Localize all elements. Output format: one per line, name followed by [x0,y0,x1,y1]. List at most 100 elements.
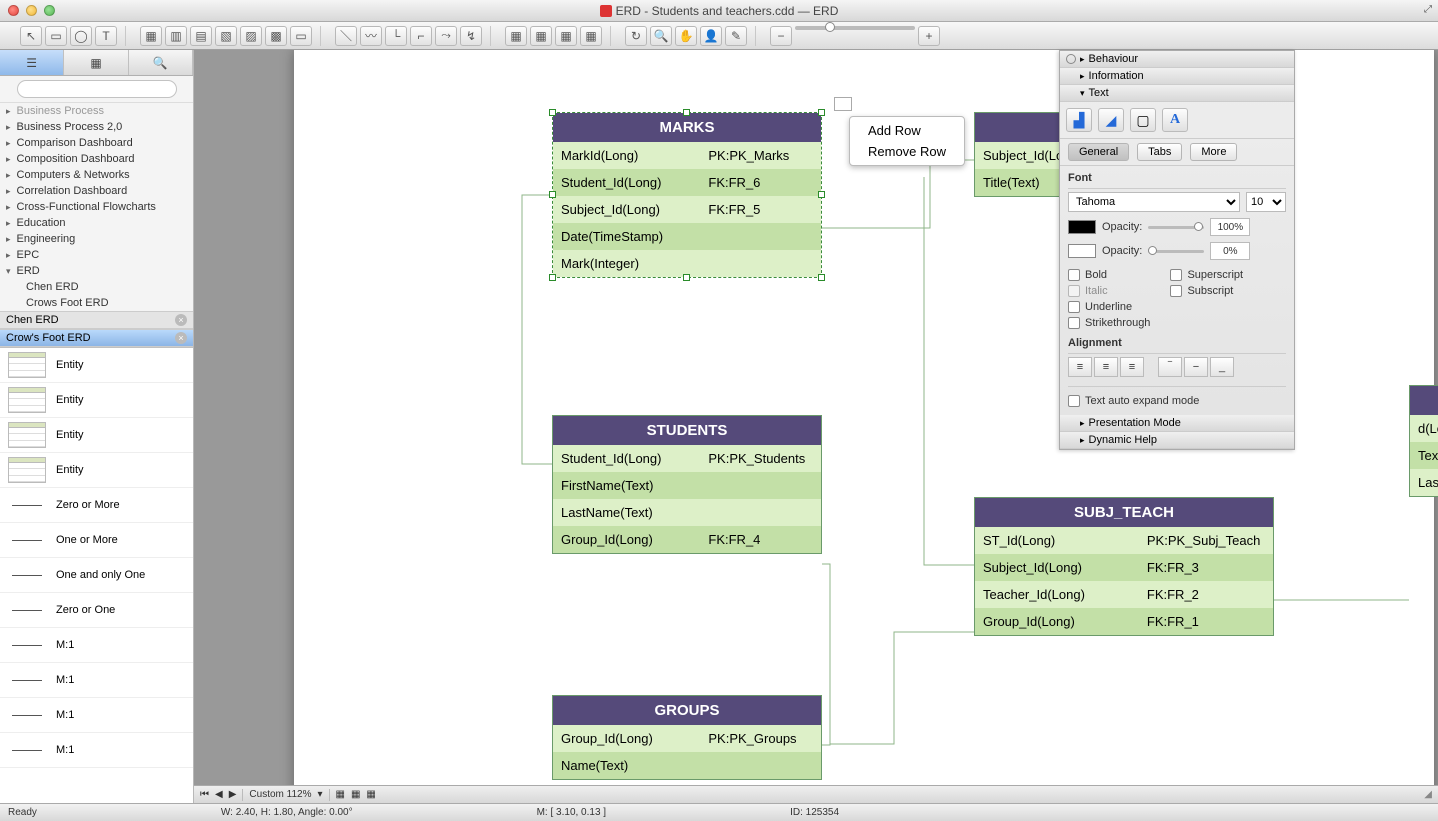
text-color-swatch[interactable] [1068,220,1096,234]
nav-prev-icon[interactable]: ◀ [215,789,223,800]
nav-first-icon[interactable]: ⏮ [200,789,209,800]
section-behaviour[interactable]: ▸Behaviour [1060,51,1294,68]
tab-general[interactable]: General [1068,143,1129,161]
nav-next-icon[interactable]: ▶ [229,789,237,800]
line-tool-6[interactable]: ↯ [460,26,482,46]
expand-checkbox[interactable] [1068,395,1080,407]
underline-checkbox[interactable] [1068,301,1080,313]
tab-more[interactable]: More [1190,143,1237,161]
entity-row[interactable]: Group_Id(Long)PK:PK_Groups [553,725,821,752]
align-left[interactable]: ≡ [1068,357,1092,377]
tree-item[interactable]: ▸Engineering [0,231,193,247]
grid-tool-1[interactable]: ▦ [505,26,527,46]
tree-item[interactable]: ▸EPC [0,247,193,263]
entity-marks[interactable]: MARKS MarkId(Long)PK:PK_MarksStudent_Id(… [552,112,822,278]
entity-row[interactable]: Text) [1410,442,1438,469]
pen-tool[interactable]: ✎ [725,26,747,46]
line-tool-4[interactable]: ⌐ [410,26,432,46]
entity-row[interactable]: Group_Id(Long)FK:FR_1 [975,608,1273,635]
stencil-item[interactable]: Entity [0,418,193,453]
stencil-item[interactable]: Zero or One [0,593,193,628]
section-presentation[interactable]: ▸Presentation Mode [1060,415,1294,432]
zoom-chev-icon[interactable]: ▾ [317,789,322,800]
font-size-select[interactable]: 10 [1246,192,1286,212]
bg-color-swatch[interactable] [1068,244,1096,258]
stencil-item[interactable]: Entity [0,348,193,383]
grid-tool-3[interactable]: ▦ [555,26,577,46]
valign-mid[interactable]: − [1184,357,1208,377]
tree-item[interactable]: ▸Cross-Functional Flowcharts [0,199,193,215]
stencil-item[interactable]: Entity [0,453,193,488]
opacity-value-2[interactable]: 0% [1210,242,1250,260]
tree-item-chen-erd[interactable]: Chen ERD [0,279,193,295]
entity-teachers[interactable]: TEACHERS d(Long)PK:PK_TeText)LastName(Te… [1409,385,1438,497]
tab-tabs[interactable]: Tabs [1137,143,1182,161]
tree-item[interactable]: ▸Business Process 2,0 [0,119,193,135]
valign-top[interactable]: ‾ [1158,357,1182,377]
user-tool[interactable]: 👤 [700,26,722,46]
valign-bottom[interactable]: _ [1210,357,1234,377]
line-tool-3[interactable]: └ [385,26,407,46]
font-select[interactable]: Tahoma [1068,192,1240,212]
grid-tool-4[interactable]: ▦ [580,26,602,46]
ruler-icon[interactable]: ▦ [366,789,375,800]
opacity-slider[interactable] [1148,226,1204,229]
close-icon[interactable]: × [175,332,187,344]
entity-row[interactable]: Name(Text) [553,752,821,779]
stencil-item[interactable]: One or More [0,523,193,558]
entity-row[interactable]: Subject_Id(Long)FK:FR_3 [975,554,1273,581]
entity-row[interactable]: Student_Id(Long)FK:FR_6 [553,169,821,196]
entity-row[interactable]: LastName(Text) [553,499,821,526]
align-tool-3[interactable]: ▤ [190,26,212,46]
align-tool-2[interactable]: ▥ [165,26,187,46]
open-stencil-tab-chen[interactable]: Chen ERD × [0,311,193,329]
tree-item[interactable]: ▸Comparison Dashboard [0,135,193,151]
line-tool-5[interactable]: ⤳ [435,26,457,46]
strike-checkbox[interactable] [1068,317,1080,329]
align-tool-1[interactable]: ▦ [140,26,162,46]
tree-item[interactable]: ▸Composition Dashboard [0,151,193,167]
superscript-checkbox[interactable] [1170,269,1182,281]
subscript-checkbox[interactable] [1170,285,1182,297]
align-right[interactable]: ≡ [1120,357,1144,377]
entity-row[interactable]: Student_Id(Long)PK:PK_Students [553,445,821,472]
ellipse-tool[interactable]: ◯ [70,26,92,46]
stencil-item[interactable]: One and only One [0,558,193,593]
hand-tool[interactable]: ✋ [675,26,697,46]
align-tool-6[interactable]: ▩ [265,26,287,46]
tree-item-erd[interactable]: ▾ERD [0,263,193,279]
search-input[interactable] [17,80,177,98]
menu-remove-row[interactable]: Remove Row [850,141,964,162]
italic-checkbox[interactable] [1068,285,1080,297]
stencil-item[interactable]: Zero or More [0,488,193,523]
zoom-in-button[interactable]: + [918,26,940,46]
snap-icon[interactable]: ▦ [336,789,345,800]
tree-item[interactable]: ▸Education [0,215,193,231]
entity-row[interactable]: Group_Id(Long)FK:FR_4 [553,526,821,553]
box-icon[interactable]: ▢ [1130,108,1156,132]
align-tool-7[interactable]: ▭ [290,26,312,46]
resize-grip-icon[interactable]: ◢ [1424,789,1432,800]
text-color-icon[interactable]: ▟ [1066,108,1092,132]
section-information[interactable]: ▸Information [1060,68,1294,85]
opacity-slider-2[interactable] [1148,250,1204,253]
bold-checkbox[interactable] [1068,269,1080,281]
line-tool-1[interactable]: ＼ [335,26,357,46]
stencil-item[interactable]: Entity [0,383,193,418]
anchor-icon[interactable] [834,97,852,111]
entity-students[interactable]: STUDENTS Student_Id(Long)PK:PK_StudentsF… [552,415,822,554]
tree-item[interactable]: ▸Correlation Dashboard [0,183,193,199]
align-center[interactable]: ≡ [1094,357,1118,377]
close-icon[interactable]: × [175,314,187,326]
entity-row[interactable]: Subject_Id(Long)FK:FR_5 [553,196,821,223]
entity-row[interactable]: Teacher_Id(Long)FK:FR_2 [975,581,1273,608]
grid-tool-2[interactable]: ▦ [530,26,552,46]
entity-row[interactable]: LastName(Text) [1410,469,1438,496]
line-tool-2[interactable]: 〰 [360,26,382,46]
font-icon[interactable]: A [1162,108,1188,132]
sidebar-tab-grid[interactable]: ▦ [64,50,128,75]
sidebar-tab-search[interactable]: 🔍 [129,50,193,75]
highlight-icon[interactable]: ◢ [1098,108,1124,132]
align-tool-4[interactable]: ▧ [215,26,237,46]
rectangle-tool[interactable]: ▭ [45,26,67,46]
